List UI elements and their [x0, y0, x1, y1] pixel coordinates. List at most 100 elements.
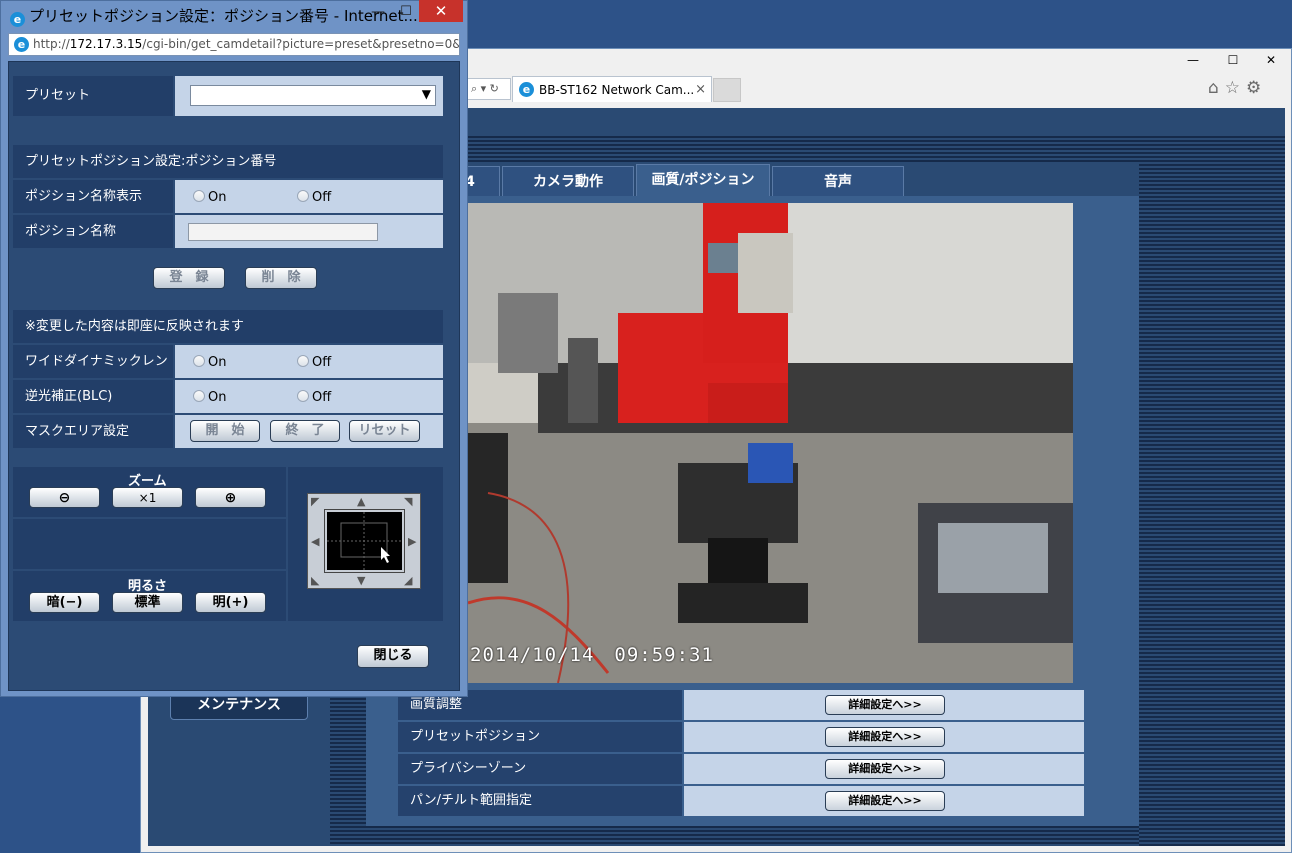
wide-dynamic-on-radio[interactable]: On — [193, 355, 226, 370]
zoom-x1-button[interactable]: ×1 — [112, 487, 183, 508]
maximize-icon[interactable]: ☐ — [1215, 50, 1251, 70]
wide-dynamic-value: On Off — [175, 345, 443, 378]
detail-settings-button[interactable]: 詳細設定へ>> — [825, 759, 945, 779]
settings-row: 画質調整 詳細設定へ>> — [398, 690, 1084, 720]
gear-icon[interactable]: ⚙ — [1246, 78, 1267, 98]
detail-settings-button[interactable]: 詳細設定へ>> — [825, 695, 945, 715]
brightness-dark-button[interactable]: 暗(−) — [29, 592, 100, 613]
down-right-arrow-icon[interactable]: ◢ — [404, 574, 412, 587]
maximize-icon[interactable]: ☐ — [396, 2, 416, 22]
position-display-on-radio[interactable]: On — [193, 190, 226, 205]
close-icon[interactable]: ✕ — [1253, 50, 1289, 70]
browser-tab-title: BB-ST162 Network Cam... — [539, 83, 695, 97]
brightness-standard-button[interactable]: 標準 — [112, 592, 183, 613]
settings-row-value: 詳細設定へ>> — [684, 754, 1084, 784]
blc-value: On Off — [175, 380, 443, 413]
favorites-icon[interactable]: ☆ — [1225, 78, 1246, 98]
home-icon[interactable]: ⌂ — [1208, 78, 1225, 98]
position-name-input[interactable] — [188, 223, 378, 241]
wide-dynamic-label: ワイドダイナミックレンジ — [13, 345, 173, 402]
detail-settings-button[interactable]: 詳細設定へ>> — [825, 791, 945, 811]
settings-row: パン/チルト範囲指定 詳細設定へ>> — [398, 786, 1084, 816]
off-label: Off — [312, 355, 332, 370]
ie-icon: e — [10, 12, 25, 27]
preset-value: ▼ — [175, 76, 443, 116]
on-label: On — [208, 190, 227, 205]
zoom-out-icon: ⊖ — [58, 490, 71, 506]
mask-label: マスクエリア設定 — [13, 415, 173, 448]
down-arrow-icon[interactable]: ▼ — [357, 574, 365, 587]
up-arrow-icon[interactable]: ▲ — [357, 495, 365, 508]
position-display-off-radio[interactable]: Off — [297, 190, 331, 205]
zoom-in-icon: ⊕ — [224, 490, 237, 506]
register-button[interactable]: 登 録 — [153, 267, 225, 289]
camera-live-image — [468, 203, 1073, 683]
wide-dynamic-off-radio[interactable]: Off — [297, 355, 331, 370]
mask-start-button[interactable]: 開 始 — [190, 420, 260, 442]
mask-reset-button[interactable]: リセット — [349, 420, 420, 442]
brightness-bright-button[interactable]: 明(+) — [195, 592, 266, 613]
mask-value: 開 始 終 了 リセット — [175, 415, 443, 448]
browser-tab[interactable]: e BB-ST162 Network Cam... × — [512, 76, 712, 102]
ie-icon: e — [519, 82, 534, 97]
settings-row: プライバシーゾーン 詳細設定へ>> — [398, 754, 1084, 784]
background-window-controls: — ☐ ✕ — [1175, 50, 1291, 70]
position-name-value — [175, 215, 443, 248]
detail-settings-button[interactable]: 詳細設定へ>> — [825, 727, 945, 747]
url-path: /cgi-bin/get_camdetail?picture=preset&pr… — [142, 37, 460, 51]
zoom-in-button[interactable]: ⊕ — [195, 487, 266, 508]
camera-scene — [468, 203, 1073, 683]
settings-row-label: プリセットポジション — [398, 722, 682, 752]
down-left-arrow-icon[interactable]: ◣ — [311, 574, 319, 587]
position-section-header: プリセットポジション設定:ポジション番号 — [13, 145, 443, 178]
settings-row-value: 詳細設定へ>> — [684, 786, 1084, 816]
close-tab-icon[interactable]: × — [695, 77, 706, 102]
left-arrow-icon[interactable]: ◀ — [311, 535, 319, 548]
ie-icon: e — [14, 37, 29, 52]
popup-title-bar[interactable]: e プリセットポジション設定：ポジション番号 - Internet... — [10, 5, 418, 27]
position-name-display-value: On Off — [175, 180, 443, 213]
close-icon[interactable]: ✕ — [419, 0, 463, 22]
blc-on-radio[interactable]: On — [193, 390, 226, 405]
mask-end-button[interactable]: 終 了 — [270, 420, 340, 442]
position-name-label: ポジション名称 — [13, 215, 173, 248]
tab-image-position[interactable]: 画質/ポジション — [636, 164, 770, 196]
new-tab-button[interactable] — [713, 78, 741, 102]
off-label: Off — [312, 390, 332, 405]
zoom-out-button[interactable]: ⊖ — [29, 487, 100, 508]
tab-audio[interactable]: 音声 — [772, 166, 904, 196]
tab-camera-operation[interactable]: カメラ動作 — [502, 166, 634, 196]
on-label: On — [208, 355, 227, 370]
settings-row-label: プライバシーゾーン — [398, 754, 682, 784]
close-button[interactable]: 閉じる — [357, 645, 429, 668]
notice-header: ※変更した内容は即座に反映されます — [13, 310, 443, 343]
url-prefix: http:// — [33, 37, 70, 51]
up-left-arrow-icon[interactable]: ◤ — [311, 495, 319, 508]
browser-toolbar-icons: ⌂☆⚙ — [1208, 78, 1284, 98]
ptz-spacer-panel — [13, 519, 286, 569]
on-label: On — [208, 390, 227, 405]
minimize-icon[interactable]: — — [1175, 50, 1211, 70]
right-arrow-icon[interactable]: ▶ — [408, 535, 416, 548]
camera-timestamp: 2014/10/14 09:59:31 — [470, 644, 714, 666]
blc-off-radio[interactable]: Off — [297, 390, 331, 405]
side-stripes — [1139, 164, 1285, 846]
blc-label: 逆光補正(BLC) — [13, 380, 173, 413]
minimize-icon[interactable]: — — [368, 2, 388, 22]
chevron-down-icon: ▼ — [421, 87, 431, 101]
pan-tilt-view-area[interactable] — [324, 509, 405, 573]
up-right-arrow-icon[interactable]: ◥ — [404, 495, 412, 508]
popup-title: プリセットポジション設定：ポジション番号 - Internet... — [29, 7, 418, 25]
preset-label: プリセット — [13, 76, 173, 116]
preset-select[interactable]: ▼ — [190, 85, 436, 106]
popup-url-bar[interactable]: e http://172.17.3.15/cgi-bin/get_camdetai… — [8, 33, 460, 56]
position-name-display-label: ポジション名称表示 — [13, 180, 173, 213]
settings-row: プリセットポジション 詳細設定へ>> — [398, 722, 1084, 752]
settings-row-value: 詳細設定へ>> — [684, 690, 1084, 720]
settings-row-value: 詳細設定へ>> — [684, 722, 1084, 752]
crosshair-icon — [327, 512, 402, 570]
delete-button[interactable]: 削 除 — [245, 267, 317, 289]
off-label: Off — [312, 190, 332, 205]
url-host: 172.17.3.15 — [69, 37, 143, 51]
address-bar-controls[interactable]: ⌕ ▾ ↻ — [465, 78, 511, 100]
